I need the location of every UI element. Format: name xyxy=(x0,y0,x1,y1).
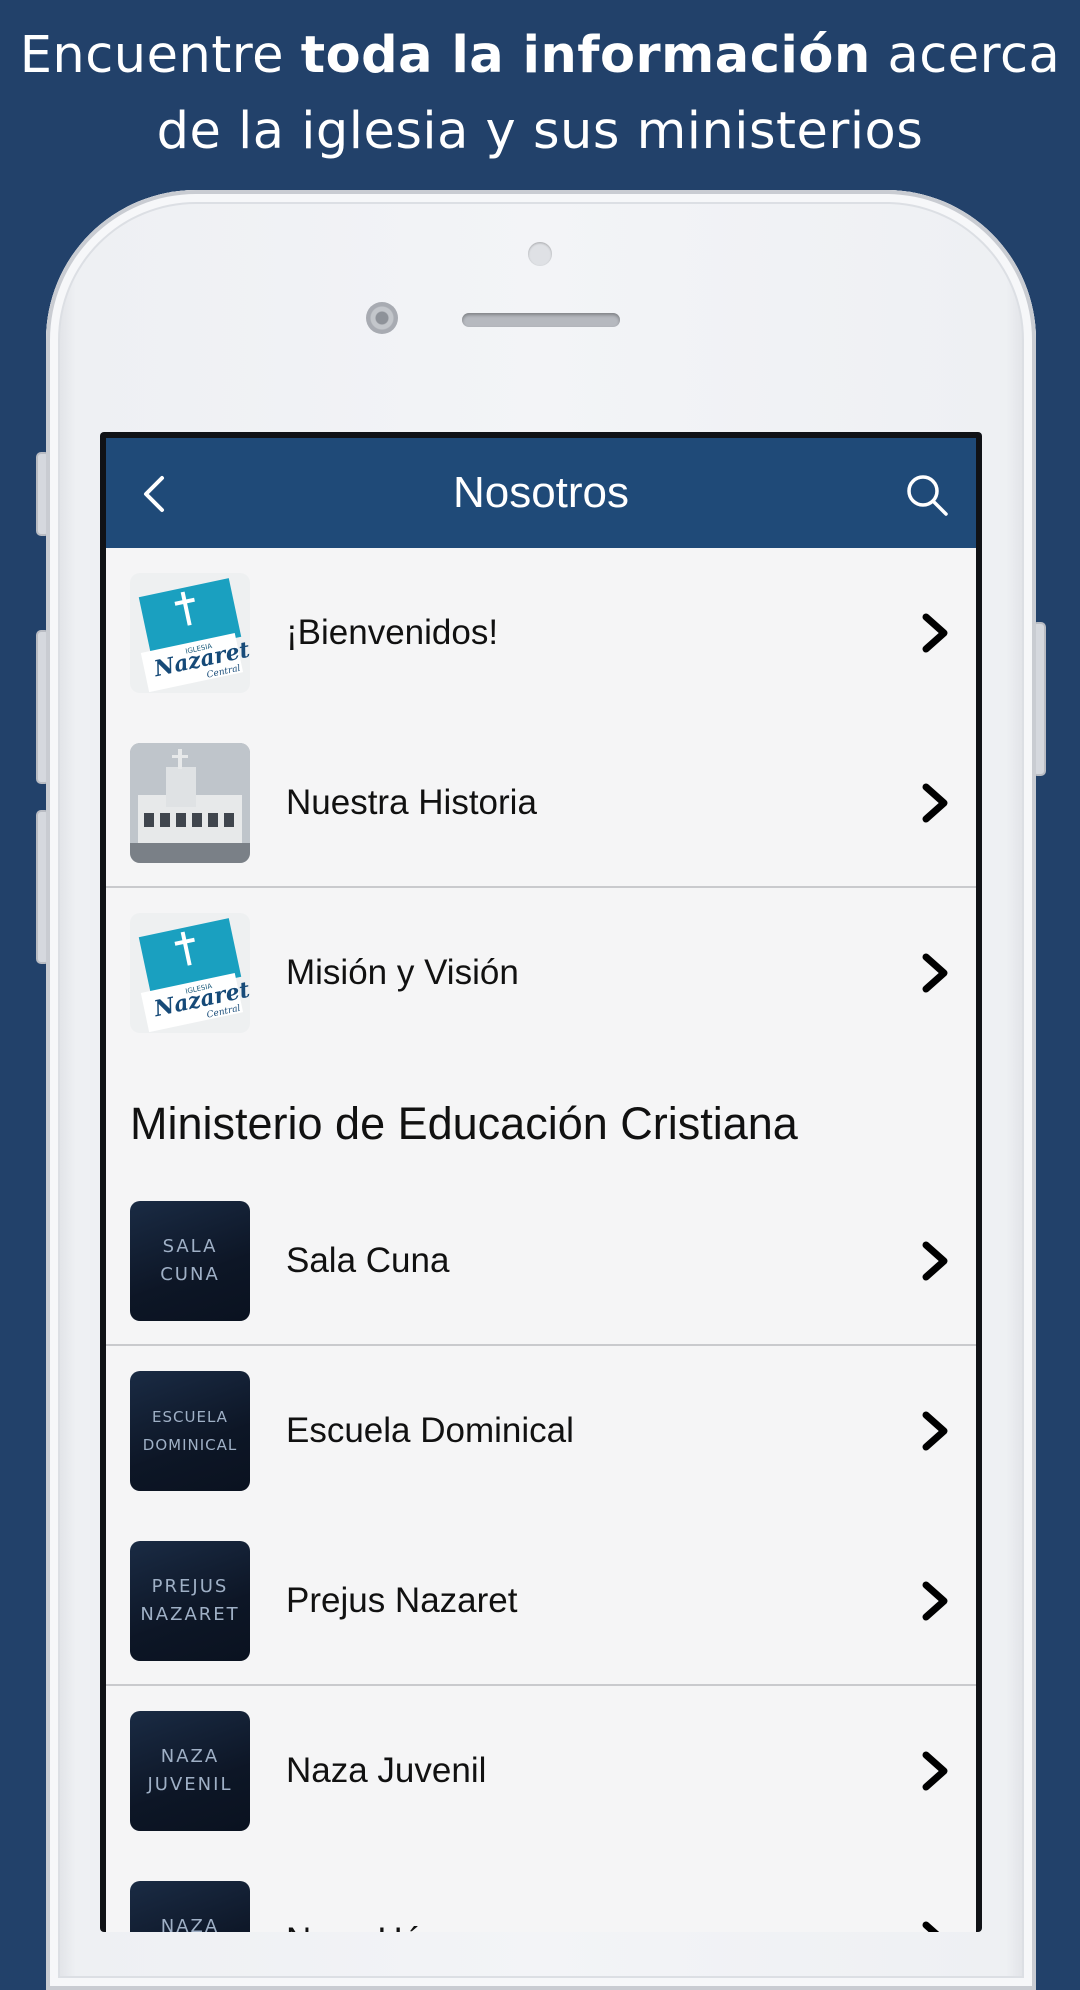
app-screen: Nosotros IGLESIA Nazaret Central ¡Bienve… xyxy=(106,438,976,1932)
church-logo-thumbnail: IGLESIA Nazaret Central xyxy=(130,573,250,693)
list-item-label: Naza Juvenil xyxy=(286,1751,487,1790)
ministry-thumbnail: NAZA JUVENIL xyxy=(130,1711,250,1831)
chevron-right-icon xyxy=(922,1581,948,1621)
earpiece-speaker xyxy=(462,313,620,327)
chevron-right-icon xyxy=(922,1751,948,1791)
page-title: Nosotros xyxy=(452,468,630,517)
list-item-label: Prejus Nazaret xyxy=(286,1581,518,1620)
content-list: IGLESIA Nazaret Central ¡Bienvenidos! Nu… xyxy=(106,548,976,1932)
list-item-label: Misión y Visión xyxy=(286,953,519,992)
list-item-label: Sala Cuna xyxy=(286,1241,450,1280)
chevron-right-icon xyxy=(922,1411,948,1451)
list-item-nuestra-historia[interactable]: Nuestra Historia xyxy=(106,718,976,888)
list-item-escuela-dominical[interactable]: ESCUELA DOMINICAL Escuela Dominical xyxy=(106,1346,976,1516)
list-item-mision-vision[interactable]: IGLESIA Nazaret Central Misión y Visión xyxy=(106,888,976,1058)
chevron-right-icon xyxy=(922,783,948,823)
search-icon[interactable] xyxy=(904,472,950,518)
section-header: Ministerio de Educación Cristiana xyxy=(106,1058,976,1176)
promo-text-before: Encuentre xyxy=(19,26,301,85)
thumbnail-text: NAZA JUVENIL xyxy=(147,1746,233,1795)
phone-screen: Nosotros IGLESIA Nazaret Central ¡Bienve… xyxy=(100,432,982,1932)
ministry-thumbnail: SALA CUNA xyxy=(130,1201,250,1321)
ministry-thumbnail: PREJUS NAZARET xyxy=(130,1541,250,1661)
thumbnail-text: PREJUS NAZARET xyxy=(140,1576,240,1625)
list-item-naza-heroes[interactable]: NAZA HÉROES Naza Héroes xyxy=(106,1856,976,1932)
promo-headline: Encuentre toda la información acerca de … xyxy=(0,18,1080,170)
section-title: Ministerio de Educación Cristiana xyxy=(130,1098,798,1149)
list-item-sala-cuna[interactable]: SALA CUNA Sala Cuna xyxy=(106,1176,976,1346)
chevron-right-icon xyxy=(922,1921,940,1932)
thumbnail-text: NAZA HÉROES xyxy=(160,1916,220,1932)
list-item-bienvenidos[interactable]: IGLESIA Nazaret Central ¡Bienvenidos! xyxy=(106,548,976,718)
proximity-sensor xyxy=(528,242,552,266)
thumbnail-text: ESCUELA DOMINICAL xyxy=(142,1408,238,1454)
list-item-prejus-nazaret[interactable]: PREJUS NAZARET Prejus Nazaret xyxy=(106,1516,976,1686)
promo-text-bold: toda la información xyxy=(300,26,871,85)
thumbnail-text: SALA CUNA xyxy=(160,1236,220,1285)
list-item-label: Nuestra Historia xyxy=(286,783,537,822)
ministry-thumbnail: ESCUELA DOMINICAL xyxy=(130,1371,250,1491)
list-item-naza-juvenil[interactable]: NAZA JUVENIL Naza Juvenil xyxy=(106,1686,976,1856)
church-logo-thumbnail: IGLESIA Nazaret Central xyxy=(130,913,250,1033)
list-item-label: Escuela Dominical xyxy=(286,1411,574,1450)
church-building-photo xyxy=(130,743,250,863)
chevron-right-icon xyxy=(922,953,948,993)
chevron-right-icon xyxy=(922,1241,948,1281)
list-item-label: Naza Héroes xyxy=(286,1856,490,1932)
chevron-right-icon xyxy=(922,613,948,653)
list-item-label: ¡Bienvenidos! xyxy=(286,613,499,652)
navigation-bar: Nosotros xyxy=(106,438,976,548)
ministry-thumbnail: NAZA HÉROES xyxy=(130,1881,250,1932)
front-camera xyxy=(366,302,398,334)
